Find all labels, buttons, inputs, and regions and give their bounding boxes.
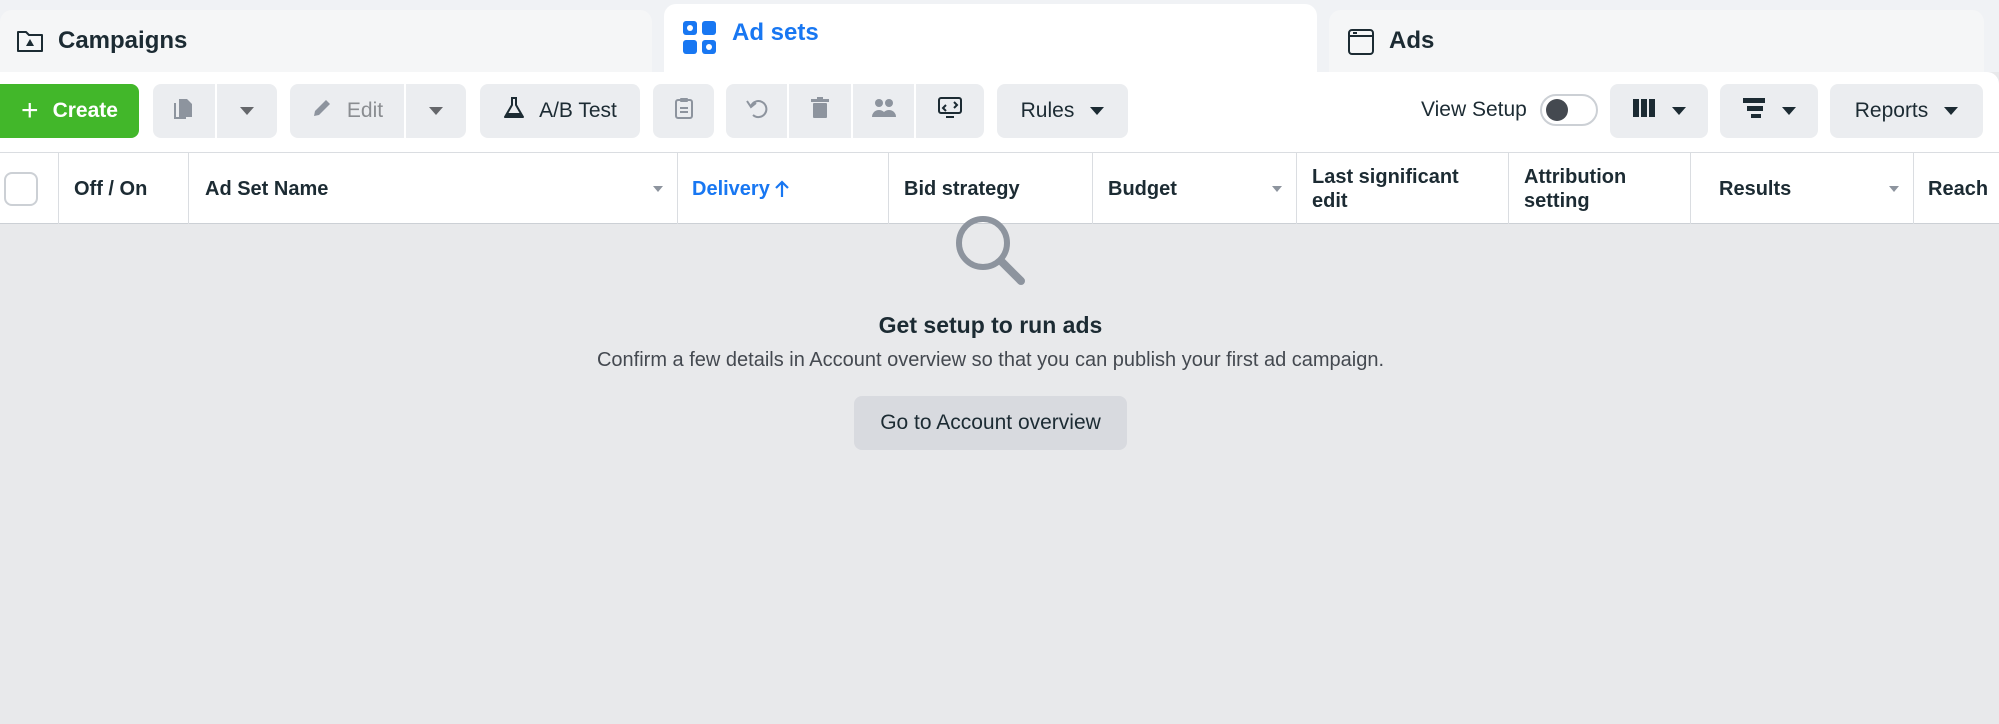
tab-ads[interactable]: Ads: [1329, 10, 1984, 72]
column-label: Budget: [1108, 177, 1177, 200]
column-header-ad-set-name[interactable]: Ad Set Name: [189, 153, 678, 224]
column-label: Bid strategy: [904, 177, 1020, 200]
reports-button-label: Reports: [1854, 99, 1929, 122]
create-button-label: Create: [52, 99, 118, 122]
create-button[interactable]: + Create: [0, 84, 139, 138]
tab-campaigns-label: Campaigns: [58, 27, 188, 54]
duplicate-button[interactable]: [153, 84, 215, 138]
clipboard-icon: [673, 96, 695, 126]
go-to-account-overview-button[interactable]: Go to Account overview: [854, 396, 1127, 450]
people-icon: [870, 97, 898, 125]
ab-test-button[interactable]: A/B Test: [480, 84, 640, 138]
select-all-checkbox[interactable]: [4, 171, 38, 206]
columns-button[interactable]: [1610, 84, 1708, 138]
chevron-down-icon: [1782, 107, 1796, 115]
column-label: Attribution setting: [1524, 165, 1627, 212]
edit-dropdown-button[interactable]: [406, 84, 466, 138]
column-header-budget[interactable]: Budget: [1093, 153, 1297, 224]
undo-button[interactable]: [726, 84, 787, 138]
column-header-off-on[interactable]: Off / On: [59, 153, 189, 224]
column-header-last-significant-edit[interactable]: Last significant edit: [1297, 153, 1509, 224]
plus-icon: +: [21, 94, 39, 127]
table-header: Off / On Ad Set Name Delivery Bid strate…: [0, 152, 1999, 224]
column-label: Last significant edit: [1312, 165, 1459, 212]
delete-button[interactable]: [789, 84, 851, 138]
breakdown-icon: [1742, 97, 1766, 125]
undo-icon: [745, 97, 769, 125]
preview-icon: [937, 96, 963, 126]
column-header-bid-strategy[interactable]: Bid strategy: [889, 153, 1093, 224]
tab-adsets[interactable]: Ad sets: [664, 4, 1317, 76]
reports-button[interactable]: Reports: [1830, 84, 1983, 138]
column-header-results[interactable]: Results: [1691, 153, 1914, 224]
column-header-delivery[interactable]: Delivery: [678, 153, 889, 224]
audience-button[interactable]: [853, 84, 914, 138]
column-label: Delivery: [692, 177, 770, 200]
duplicate-icon: [172, 96, 196, 126]
column-label: Ad Set Name: [205, 177, 329, 200]
edit-button-label: Edit: [346, 99, 384, 122]
chevron-down-icon: [1090, 107, 1105, 115]
column-header-reach[interactable]: Reach: [1914, 153, 1999, 224]
chevron-down-icon: [1944, 107, 1959, 115]
sort-caret-icon[interactable]: [653, 186, 663, 192]
clipboard-button[interactable]: [653, 84, 714, 138]
toggle-knob: [1546, 99, 1568, 121]
sort-arrow-up-icon: [774, 179, 790, 199]
tab-campaigns[interactable]: Campaigns: [0, 10, 652, 72]
rules-button[interactable]: Rules: [997, 84, 1128, 138]
campaigns-folder-icon: [16, 28, 44, 59]
columns-icon: [1632, 98, 1656, 124]
flask-icon: [503, 96, 525, 126]
edit-button[interactable]: Edit: [290, 84, 404, 138]
column-label: Reach: [1928, 177, 1989, 200]
adsets-grid-icon: [682, 20, 718, 61]
sort-caret-icon[interactable]: [1272, 186, 1282, 192]
tab-adsets-label: Ad sets: [732, 19, 819, 46]
rules-button-label: Rules: [1020, 99, 1075, 122]
column-label: Off / On: [74, 177, 148, 200]
select-all-cell: [0, 153, 59, 224]
column-label: Results: [1719, 177, 1792, 200]
duplicate-dropdown-button[interactable]: [217, 84, 277, 138]
breakdown-button[interactable]: [1720, 84, 1818, 138]
chevron-down-icon: [1672, 107, 1686, 115]
column-header-attribution-setting[interactable]: Attribution setting: [1509, 153, 1691, 224]
chevron-down-icon: [240, 107, 254, 115]
tab-ads-label: Ads: [1389, 27, 1435, 54]
view-setup-label: View Setup: [1421, 98, 1527, 121]
trash-icon: [809, 96, 831, 126]
sort-caret-icon[interactable]: [1889, 186, 1899, 192]
view-setup-toggle[interactable]: [1540, 94, 1598, 126]
ab-test-button-label: A/B Test: [539, 99, 617, 122]
pencil-icon: [311, 97, 333, 125]
chevron-down-icon: [429, 107, 443, 115]
preview-button[interactable]: [916, 84, 984, 138]
ads-window-icon: [1347, 28, 1375, 61]
